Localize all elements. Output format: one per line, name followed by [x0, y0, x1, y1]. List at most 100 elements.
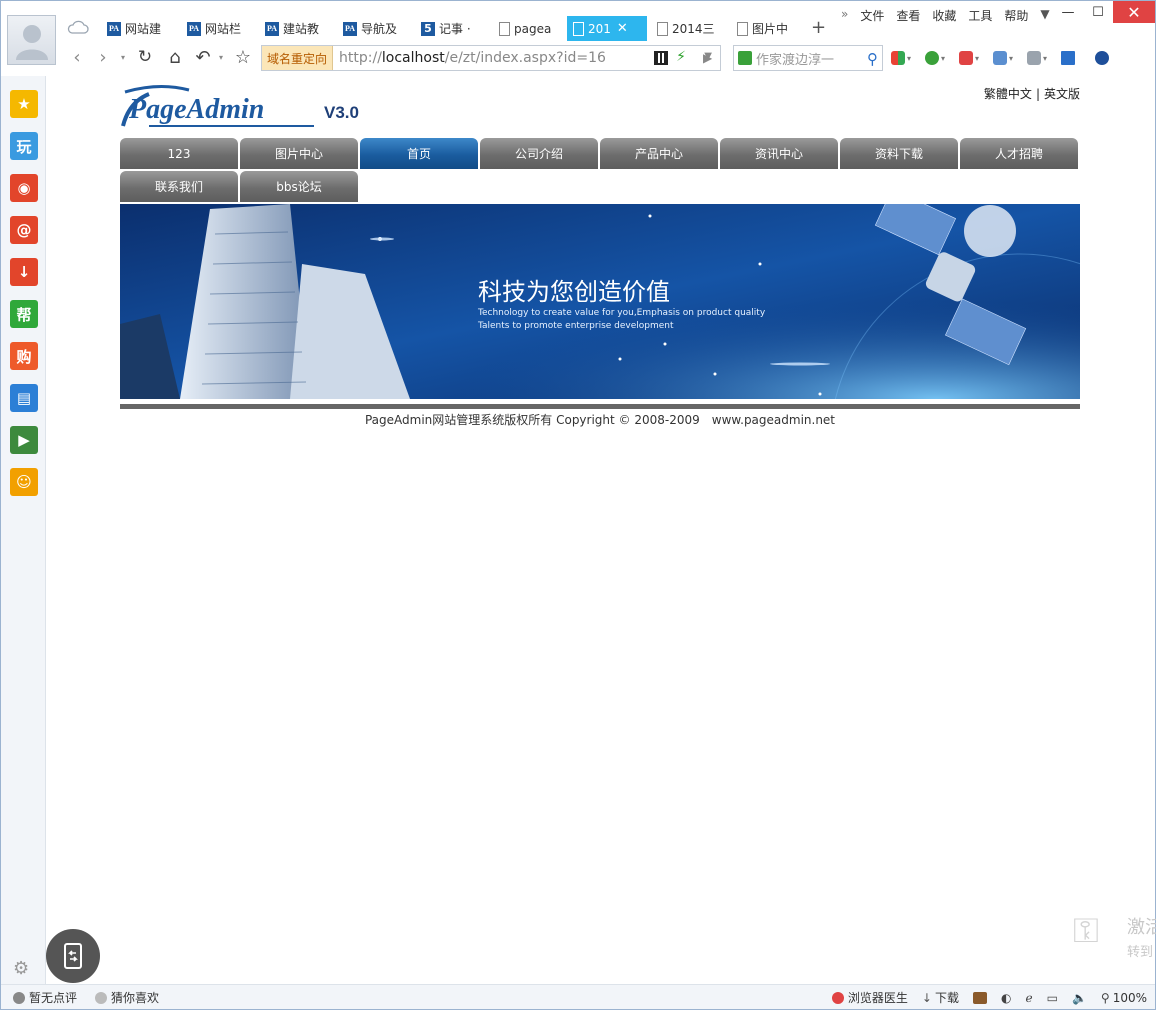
wrench-icon[interactable]: [1061, 49, 1085, 67]
menu-help[interactable]: 帮助: [1004, 7, 1028, 24]
left-sidebar: ★ 玩 ◉ @ ↓ 帮购 ▤ ▶ ☺ ⚙: [1, 76, 46, 984]
menu-file[interactable]: 文件: [860, 7, 884, 24]
nav-item[interactable]: 首页: [360, 138, 478, 169]
cloud-icon[interactable]: [67, 19, 89, 35]
favorite-star-icon[interactable]: ☆: [233, 47, 253, 68]
security-shield-icon[interactable]: ▾: [925, 49, 949, 67]
nav-item[interactable]: 123: [120, 138, 238, 169]
nav-item[interactable]: 人才招聘: [960, 138, 1078, 169]
back-icon[interactable]: ‹: [67, 47, 87, 68]
ie-mode-icon[interactable]: ℯ: [1025, 991, 1032, 1005]
undo-dropdown-icon[interactable]: ▾: [211, 47, 231, 67]
browser-doctor-button[interactable]: 浏览器医生: [831, 989, 908, 1006]
address-bar[interactable]: 域名重定向 http://localhost/e/zt/index.aspx?i…: [261, 45, 721, 71]
download-button[interactable]: ↓ 下载: [922, 989, 959, 1006]
briefcase-icon[interactable]: [973, 991, 987, 1004]
nav-item[interactable]: 资料下载: [840, 138, 958, 169]
maximize-button[interactable]: ☐: [1083, 1, 1113, 23]
url-text[interactable]: http://localhost/e/zt/index.aspx?id=16: [333, 50, 606, 66]
emoji-icon[interactable]: ☺: [10, 468, 38, 496]
pageadmin-favicon-icon: PA: [343, 21, 357, 36]
domain-redirect-badge[interactable]: 域名重定向: [262, 46, 334, 70]
minimize-button[interactable]: —: [1053, 1, 1083, 23]
nav-item[interactable]: 资讯中心: [720, 138, 838, 169]
qrcode-icon[interactable]: [654, 51, 668, 65]
browser-tab[interactable]: PA 网站栏: [181, 16, 253, 41]
apps-icon[interactable]: ▾: [891, 49, 915, 67]
mail-icon[interactable]: @: [10, 216, 38, 244]
translate-icon[interactable]: ▾: [959, 49, 983, 67]
nav-item[interactable]: 产品中心: [600, 138, 718, 169]
skin-icon[interactable]: ▼: [1040, 7, 1049, 24]
toolbar-extensions: ▾ ▾ ▾ ▾ ▾: [891, 49, 1119, 67]
menu-overflow-icon[interactable]: »: [841, 7, 848, 24]
forward-icon[interactable]: ›: [93, 47, 113, 68]
help-icon[interactable]: 帮: [10, 300, 38, 328]
go-icon[interactable]: ▶: [703, 51, 712, 65]
browser-tab[interactable]: PA 导航及: [337, 16, 409, 41]
search-engine-icon[interactable]: [738, 51, 752, 65]
guess-icon: [95, 991, 108, 1004]
language-switch: 繁體中文 | 英文版: [984, 85, 1080, 102]
lang-traditional-link[interactable]: 繁體中文: [984, 87, 1032, 101]
volume-icon[interactable]: 🔈: [1072, 991, 1087, 1005]
five-logo-icon: 5: [421, 21, 435, 36]
close-window-button[interactable]: ✕: [1113, 1, 1155, 23]
page-icon: [657, 21, 668, 36]
mask-icon[interactable]: ◐: [1001, 991, 1011, 1005]
website-link[interactable]: www.pageadmin.net: [712, 413, 835, 427]
menu-tools[interactable]: 工具: [968, 7, 992, 24]
undo-close-icon[interactable]: ↶: [193, 47, 213, 68]
guess-you-like-button[interactable]: 猜你喜欢: [95, 989, 159, 1006]
star-icon[interactable]: ★: [10, 90, 38, 118]
no-review-label: 暂无点评: [29, 991, 78, 1005]
lang-english-link[interactable]: 英文版: [1044, 87, 1080, 101]
new-tab-button[interactable]: +: [811, 17, 826, 38]
menu-favorites[interactable]: 收藏: [932, 7, 956, 24]
nav-item[interactable]: 公司介绍: [480, 138, 598, 169]
browser-tab[interactable]: PA 网站建: [101, 16, 173, 41]
settings-gear-icon[interactable]: ⚙: [13, 958, 29, 979]
account-icon[interactable]: [1095, 49, 1119, 67]
browser-menu: » 文件 查看 收藏 工具 帮助 ▼: [841, 7, 1050, 24]
browser-tab[interactable]: 5 记事 ·: [415, 16, 487, 41]
watermark-line2: 转到: [1127, 945, 1154, 960]
no-review-button[interactable]: 暂无点评: [13, 989, 77, 1006]
screen-icon[interactable]: ▭: [1047, 991, 1058, 1005]
banner-title: 科技为您创造价值: [478, 278, 670, 306]
status-bar: 暂无点评 猜你喜欢 浏览器医生 ↓ 下载 ◐ ℯ ▭ 🔈 ⚲ 100%: [1, 984, 1155, 1009]
video-icon[interactable]: ▶: [10, 426, 38, 454]
browser-tab[interactable]: 2014三: [651, 16, 727, 41]
menu-view[interactable]: 查看: [896, 7, 920, 24]
browser-tab[interactable]: 图片中: [731, 16, 803, 41]
footer-divider: [120, 404, 1080, 409]
search-input[interactable]: 作家渡边淳一: [756, 49, 866, 68]
nav-item[interactable]: 联系我们: [120, 171, 238, 202]
browser-tab[interactable]: 201 ✕: [567, 16, 647, 41]
nav-item[interactable]: bbs论坛: [240, 171, 358, 202]
home-icon[interactable]: ⌂: [165, 47, 185, 68]
browser-tab[interactable]: pagea: [493, 16, 563, 41]
book-icon[interactable]: ▤: [10, 384, 38, 412]
banner-subtitle-line2: Talents to promote enterprise developmen…: [478, 321, 674, 331]
screenshot-icon[interactable]: ▾: [993, 49, 1017, 67]
search-box[interactable]: 作家渡边淳一: [733, 45, 883, 71]
download-icon[interactable]: ↓: [10, 258, 38, 286]
nav-item[interactable]: 图片中心: [240, 138, 358, 169]
search-icon[interactable]: ⚲: [867, 50, 878, 68]
speed-mode-icon[interactable]: ⚡: [676, 49, 686, 65]
refresh-icon[interactable]: ↻: [135, 47, 155, 67]
logo-version: V3.0: [324, 103, 359, 122]
gamepad-icon[interactable]: ▾: [1027, 49, 1051, 67]
weibo-icon[interactable]: ◉: [10, 174, 38, 202]
site-logo[interactable]: PageAdmin V3.0: [119, 82, 369, 134]
floating-return-button[interactable]: [46, 929, 100, 983]
guess-label: 猜你喜欢: [111, 991, 160, 1005]
history-dropdown-icon[interactable]: ▾: [113, 47, 133, 67]
play-icon[interactable]: 玩: [10, 132, 38, 160]
zoom-control[interactable]: ⚲ 100%: [1101, 991, 1147, 1005]
close-tab-icon[interactable]: ✕: [617, 21, 628, 36]
user-avatar[interactable]: [7, 15, 56, 65]
browser-tab[interactable]: PA 建站教: [259, 16, 331, 41]
shop-icon[interactable]: 购: [10, 342, 38, 370]
